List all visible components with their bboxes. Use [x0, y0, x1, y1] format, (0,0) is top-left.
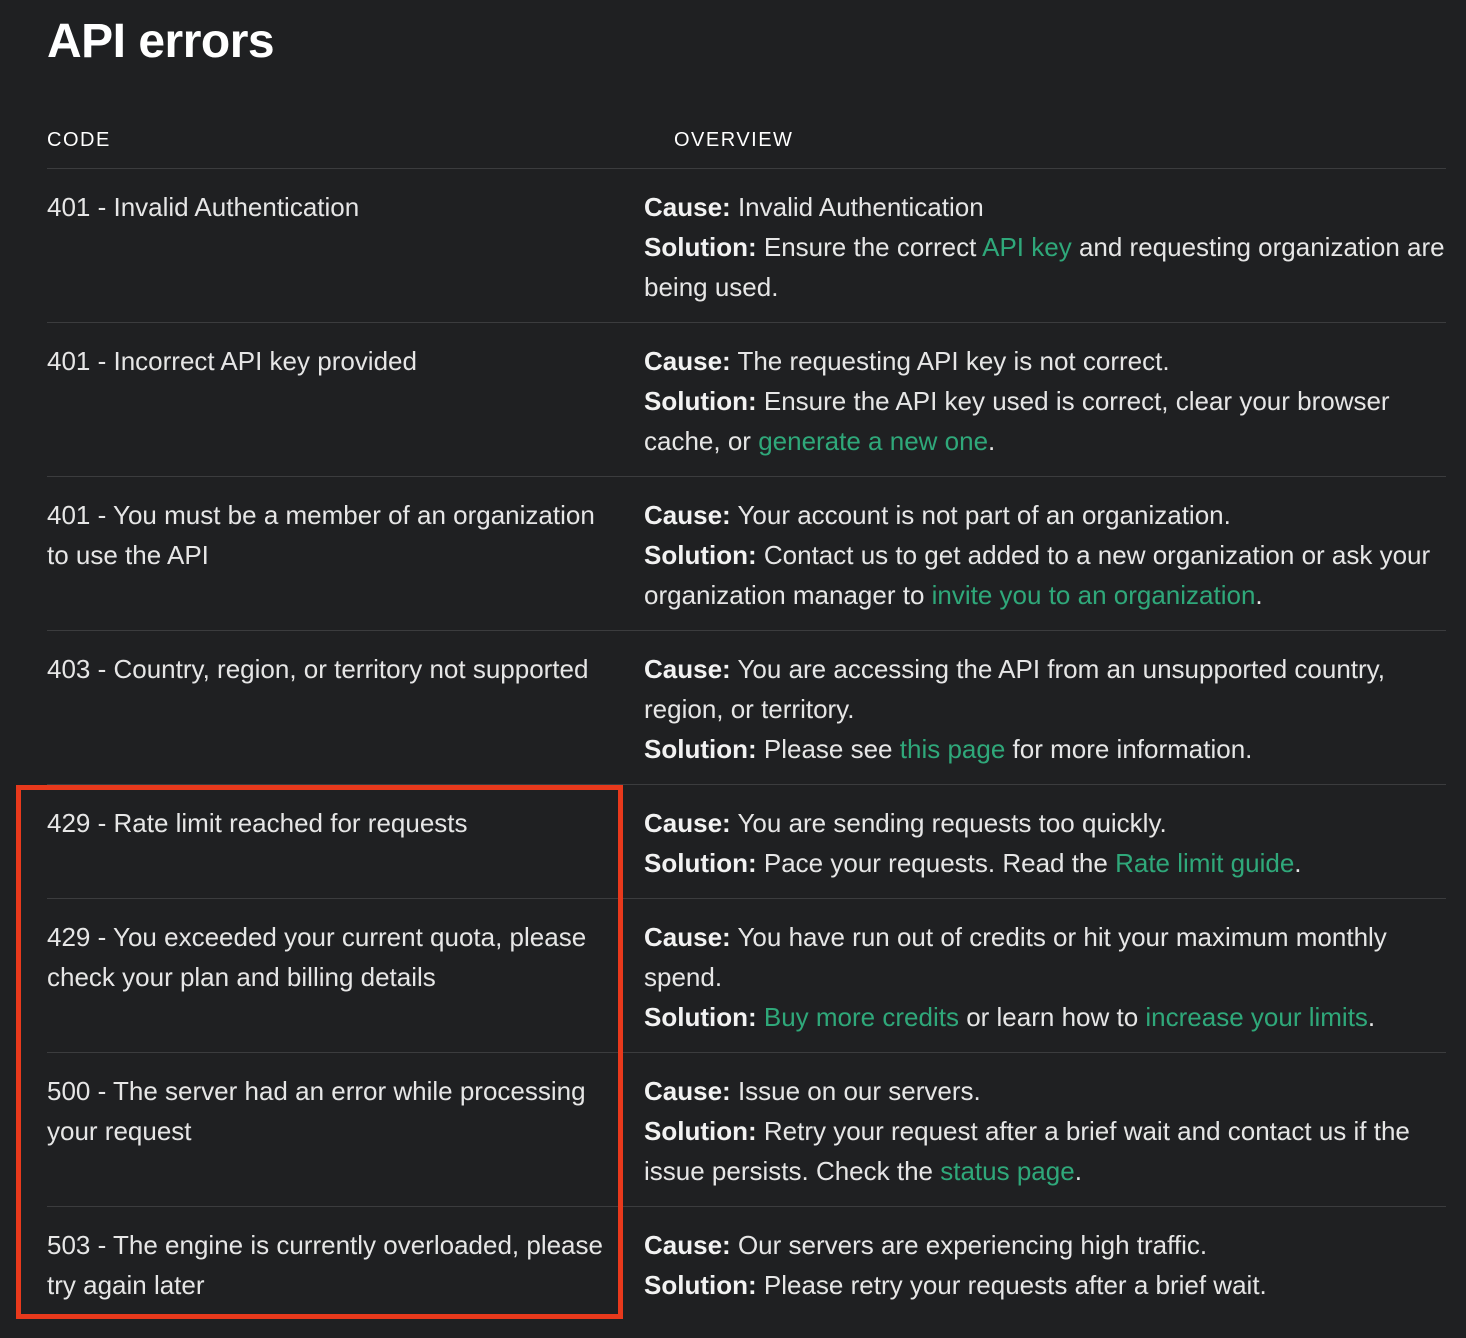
error-code: 503 - The engine is currently overloaded… [47, 1230, 603, 1300]
increase-limits-link[interactable]: increase your limits [1145, 1002, 1368, 1032]
cause-label: Cause: [644, 922, 731, 952]
errors-table: CODE OVERVIEW 401 - Invalid Authenticati… [47, 112, 1446, 1321]
cause-text: The requesting API key is not correct. [737, 346, 1170, 376]
buy-credits-link[interactable]: Buy more credits [764, 1002, 959, 1032]
header-overview: OVERVIEW [674, 128, 794, 151]
error-overview: Cause: Our servers are experiencing high… [644, 1207, 1446, 1321]
solution-text: for more information. [1012, 734, 1253, 764]
table-row: 429 - Rate limit reached for requests Ca… [47, 785, 1446, 899]
solution-line: Solution: Please see this page for more … [644, 729, 1446, 769]
error-overview: Cause: You have run out of credits or hi… [644, 899, 1446, 1052]
cause-text: You have run out of credits or hit your … [644, 922, 1387, 992]
error-overview: Cause: You are sending requests too quic… [644, 785, 1446, 898]
cause-label: Cause: [644, 500, 731, 530]
cause-line: Cause: The requesting API key is not cor… [644, 341, 1446, 381]
solution-text: . [1294, 848, 1302, 878]
error-code: 401 - Invalid Authentication [47, 192, 360, 222]
solution-text: . [988, 426, 996, 456]
error-code: 429 - Rate limit reached for requests [47, 808, 468, 838]
solution-line: Solution: Retry your request after a bri… [644, 1111, 1446, 1191]
table-row: 403 - Country, region, or territory not … [47, 631, 1446, 785]
table-row: 401 - You must be a member of an organiz… [47, 477, 1446, 631]
error-overview: Cause: You are accessing the API from an… [644, 631, 1446, 784]
error-overview: Cause: Your account is not part of an or… [644, 477, 1446, 630]
cause-text: Your account is not part of an organizat… [737, 500, 1231, 530]
solution-label: Solution: [644, 1116, 757, 1146]
cause-line: Cause: You are accessing the API from an… [644, 649, 1446, 729]
table-row: 503 - The engine is currently overloaded… [47, 1207, 1446, 1321]
this-page-link[interactable]: this page [900, 734, 1006, 764]
solution-label: Solution: [644, 386, 757, 416]
solution-label: Solution: [644, 848, 757, 878]
table-row: 429 - You exceeded your current quota, p… [47, 899, 1446, 1053]
error-code: 401 - Incorrect API key provided [47, 346, 417, 376]
solution-label: Solution: [644, 734, 757, 764]
error-overview: Cause: The requesting API key is not cor… [644, 323, 1446, 476]
cause-line: Cause: Issue on our servers. [644, 1071, 1446, 1111]
solution-text: . [1367, 1002, 1376, 1032]
page-title: API errors [47, 15, 275, 68]
cause-text: Issue on our servers. [737, 1076, 981, 1106]
solution-text: . [1255, 580, 1263, 610]
solution-text: Please see [763, 734, 893, 764]
cause-text: You are accessing the API from an unsupp… [644, 654, 1385, 724]
solution-label: Solution: [644, 232, 757, 262]
table-header: CODE OVERVIEW [47, 112, 1446, 169]
generate-key-link[interactable]: generate a new one [758, 426, 988, 456]
table-row: 401 - Incorrect API key provided Cause: … [47, 323, 1446, 477]
cause-line: Cause: You are sending requests too quic… [644, 803, 1446, 843]
solution-line: Solution: Ensure the correct API key and… [644, 227, 1446, 307]
rate-limit-guide-link[interactable]: Rate limit guide [1115, 848, 1294, 878]
status-page-link[interactable]: status page [940, 1156, 1074, 1186]
header-code: CODE [47, 128, 111, 151]
api-key-link[interactable]: API key [982, 232, 1072, 262]
cause-text: You are sending requests too quickly. [737, 808, 1167, 838]
solution-label: Solution: [644, 1270, 757, 1300]
solution-line: Solution: Pace your requests. Read the R… [644, 843, 1446, 883]
table-row: 401 - Invalid Authentication Cause: Inva… [47, 169, 1446, 323]
solution-text: Pace your requests. Read the [763, 848, 1108, 878]
error-code: 401 - You must be a member of an organiz… [47, 500, 595, 570]
solution-line: Solution: Buy more credits or learn how … [644, 997, 1446, 1037]
solution-text: . [1074, 1156, 1082, 1186]
cause-label: Cause: [644, 346, 731, 376]
cause-label: Cause: [644, 192, 731, 222]
cause-line: Cause: Invalid Authentication [644, 187, 1446, 227]
error-overview: Cause: Invalid Authentication Solution: … [644, 169, 1446, 322]
solution-text: Ensure the correct [763, 232, 977, 262]
solution-text: or learn how to [966, 1002, 1139, 1032]
cause-text: Invalid Authentication [737, 192, 984, 222]
solution-label: Solution: [644, 1002, 757, 1032]
table-row: 500 - The server had an error while proc… [47, 1053, 1446, 1207]
solution-text: Please retry your requests after a brief… [763, 1270, 1267, 1300]
cause-line: Cause: Our servers are experiencing high… [644, 1225, 1446, 1265]
solution-line: Solution: Ensure the API key used is cor… [644, 381, 1446, 461]
cause-label: Cause: [644, 654, 731, 684]
cause-line: Cause: Your account is not part of an or… [644, 495, 1446, 535]
solution-line: Solution: Contact us to get added to a n… [644, 535, 1446, 615]
cause-text: Our servers are experiencing high traffi… [737, 1230, 1208, 1260]
error-code: 429 - You exceeded your current quota, p… [47, 922, 587, 992]
cause-label: Cause: [644, 1230, 731, 1260]
cause-line: Cause: You have run out of credits or hi… [644, 917, 1446, 997]
invite-link[interactable]: invite you to an organization [932, 580, 1256, 610]
error-overview: Cause: Issue on our servers. Solution: R… [644, 1053, 1446, 1206]
cause-label: Cause: [644, 808, 731, 838]
solution-line: Solution: Please retry your requests aft… [644, 1265, 1446, 1305]
error-code: 500 - The server had an error while proc… [47, 1076, 586, 1146]
error-code: 403 - Country, region, or territory not … [47, 654, 589, 684]
solution-label: Solution: [644, 540, 757, 570]
cause-label: Cause: [644, 1076, 731, 1106]
